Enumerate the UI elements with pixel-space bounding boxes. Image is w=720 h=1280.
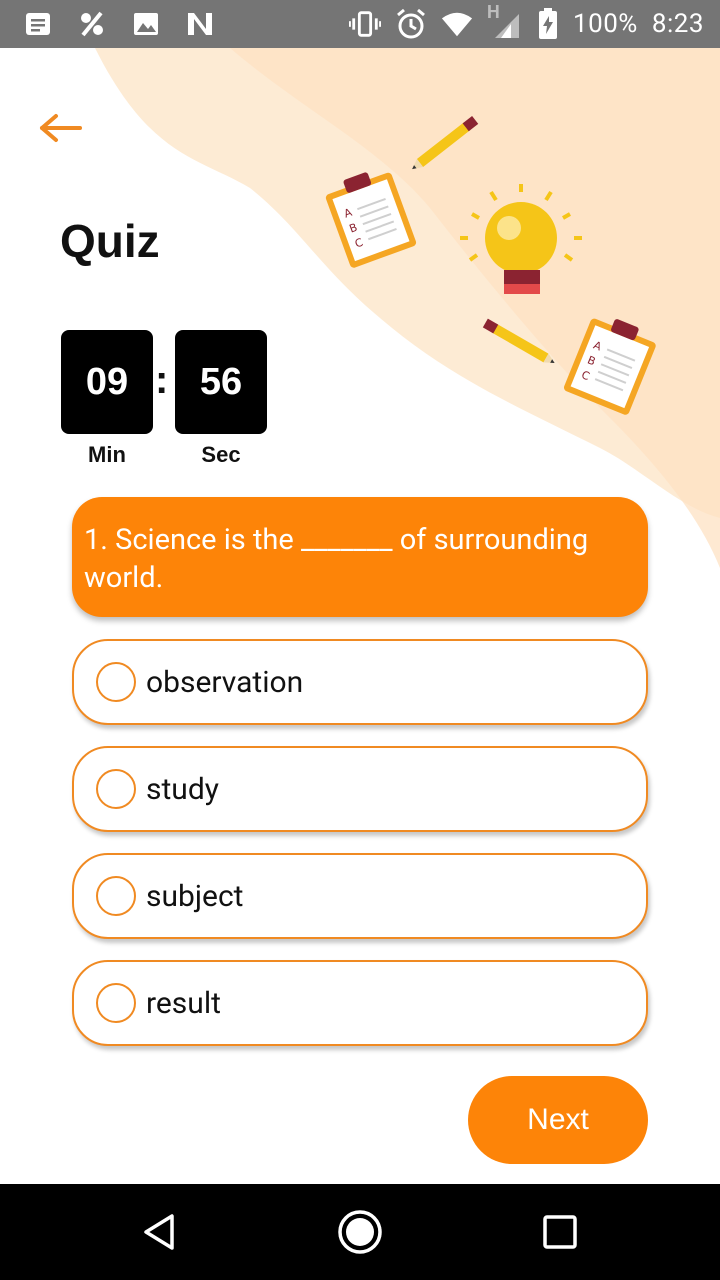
battery-percentage: 100% <box>572 9 638 39</box>
n-notification-icon <box>184 8 216 40</box>
alarm-icon <box>395 8 427 40</box>
status-bar: H 100% 8:23 <box>0 0 720 48</box>
vibrate-icon <box>348 8 381 40</box>
navigation-bar <box>0 1184 720 1280</box>
nav-home-button[interactable] <box>336 1208 384 1256</box>
answer-option[interactable]: study <box>72 746 648 832</box>
notification-icons <box>22 8 216 40</box>
timer-minutes-label: Min <box>88 442 126 467</box>
signal-icon: H <box>487 2 523 40</box>
wifi-icon <box>441 8 473 40</box>
answer-option-label: study <box>146 771 219 807</box>
battery-charging-icon <box>537 8 559 40</box>
answer-option-label: subject <box>146 878 244 914</box>
triangle-back-icon <box>144 1214 174 1250</box>
answer-option[interactable]: result <box>72 960 648 1046</box>
timer-seconds-label: Sec <box>201 442 241 467</box>
clock: 8:23 <box>651 9 704 39</box>
network-type-label: H <box>486 2 500 23</box>
image-notification-icon <box>130 8 162 40</box>
system-icons: H 100% 8:23 <box>348 0 704 48</box>
question-card: 1. Science is the _______ of surrounding… <box>72 497 648 617</box>
message-notification-icon <box>22 8 54 40</box>
answer-option[interactable]: observation <box>72 639 648 725</box>
radio-button[interactable] <box>96 662 136 702</box>
nav-back-button[interactable] <box>136 1208 184 1256</box>
arrow-left-icon <box>40 114 82 142</box>
circle-home-icon <box>338 1210 382 1254</box>
back-button[interactable] <box>30 104 90 152</box>
percent-notification-icon <box>76 8 108 40</box>
next-button[interactable]: Next <box>468 1076 648 1164</box>
radio-button[interactable] <box>96 983 136 1023</box>
answer-option-label: observation <box>146 664 304 700</box>
radio-button[interactable] <box>96 876 136 916</box>
page-title: Quiz <box>60 215 160 267</box>
timer-separator: : <box>155 358 169 402</box>
timer-seconds: 56 <box>175 330 267 434</box>
square-recents-icon <box>543 1215 577 1249</box>
answer-option-label: result <box>146 985 221 1021</box>
question-text: 1. Science is the _______ of surrounding… <box>84 523 589 595</box>
nav-recents-button[interactable] <box>536 1208 584 1256</box>
timer-minutes: 09 <box>61 330 153 434</box>
answer-option[interactable]: subject <box>72 853 648 939</box>
radio-button[interactable] <box>96 769 136 809</box>
